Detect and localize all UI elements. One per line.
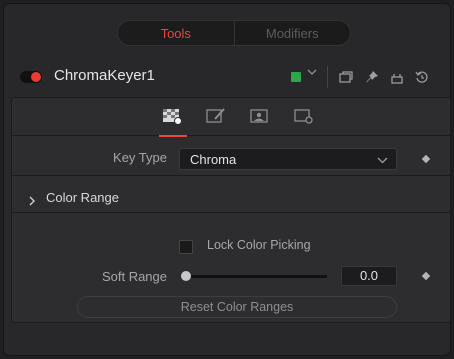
chevron-right-icon bbox=[28, 193, 36, 211]
reset-color-ranges-button[interactable]: Reset Color Ranges bbox=[77, 296, 397, 318]
soft-range-slider-handle[interactable] bbox=[181, 271, 191, 281]
lock-color-picking-checkbox[interactable] bbox=[179, 240, 193, 254]
soft-range-value-field[interactable]: 0.0 bbox=[341, 266, 397, 286]
tab-modifiers[interactable]: Modifiers bbox=[235, 21, 351, 45]
soft-range-label: Soft Range bbox=[101, 269, 167, 284]
key-checker-icon[interactable] bbox=[162, 107, 184, 125]
chevron-down-icon bbox=[377, 153, 388, 171]
header-divider bbox=[327, 66, 328, 88]
edit-brush-icon[interactable] bbox=[205, 107, 227, 125]
settings-icon[interactable] bbox=[293, 107, 315, 125]
control-subtabs bbox=[12, 98, 450, 137]
lock-color-picking-label[interactable]: Lock Color Picking bbox=[207, 238, 311, 252]
lock-icon[interactable] bbox=[389, 69, 405, 85]
image-icon[interactable] bbox=[249, 107, 271, 125]
pin-icon[interactable] bbox=[364, 69, 380, 85]
tool-name[interactable]: ChromaKeyer1 bbox=[54, 67, 155, 84]
inspector-panel: Tools Modifiers ChromaKeyer1 Key Type Ch… bbox=[3, 3, 451, 356]
chevron-down-icon[interactable] bbox=[307, 67, 317, 80]
key-type-value: Chroma bbox=[190, 152, 237, 167]
toggle-knob bbox=[31, 72, 41, 82]
tool-controls: Key Type Chroma Color Range Lock Color P… bbox=[11, 97, 451, 323]
color-range-title: Color Range bbox=[46, 190, 119, 205]
keyframe-diamond-icon[interactable] bbox=[421, 154, 431, 164]
key-type-row: Key Type Chroma bbox=[12, 142, 450, 176]
tool-enable-toggle[interactable] bbox=[20, 71, 42, 83]
soft-range-slider[interactable] bbox=[186, 275, 327, 278]
tab-tools[interactable]: Tools bbox=[118, 21, 234, 45]
key-type-label: Key Type bbox=[113, 150, 167, 165]
keyframe-diamond-icon[interactable] bbox=[421, 271, 431, 281]
inspector-tabs: Tools Modifiers bbox=[117, 20, 351, 46]
subtab-active-indicator bbox=[159, 135, 187, 137]
reset-icon[interactable] bbox=[414, 69, 430, 85]
tool-header: ChromaKeyer1 bbox=[11, 60, 451, 94]
copy-panel-icon[interactable] bbox=[338, 69, 354, 85]
color-range-section[interactable]: Color Range bbox=[12, 183, 450, 213]
key-type-dropdown[interactable]: Chroma bbox=[179, 148, 397, 170]
tool-color-swatch[interactable] bbox=[291, 72, 301, 82]
